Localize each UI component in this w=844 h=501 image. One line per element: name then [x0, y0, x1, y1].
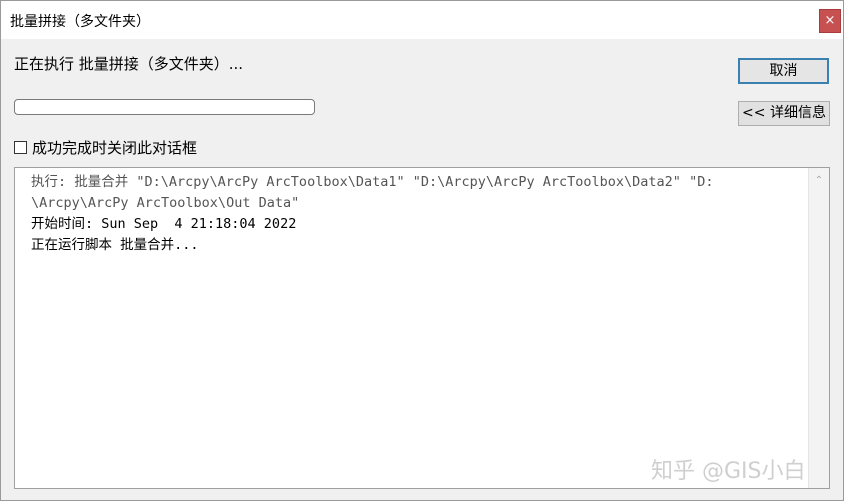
progress-bar [14, 99, 315, 115]
details-button[interactable]: << 详细信息 [738, 101, 830, 126]
close-icon: × [824, 13, 836, 28]
title-bar: 批量拼接（多文件夹） × [1, 1, 843, 39]
window-title: 批量拼接（多文件夹） [10, 14, 150, 30]
log-content: 执行: 批量合并 "D:\Arcpy\ArcPy ArcToolbox\Data… [31, 172, 791, 256]
log-line: \Arcpy\ArcPy ArcToolbox\Out Data" [31, 195, 300, 211]
close-on-complete-option[interactable]: 成功完成时关闭此对话框 [14, 138, 198, 157]
progress-dialog: 批量拼接（多文件夹） × 正在执行 批量拼接（多文件夹）... 取消 << 详细… [0, 0, 844, 501]
log-scrollbar[interactable]: ⌃ [808, 168, 829, 488]
close-button[interactable]: × [819, 9, 841, 33]
status-text: 正在执行 批量拼接（多文件夹）... [14, 55, 244, 73]
close-on-complete-checkbox[interactable] [14, 140, 27, 154]
watermark: 知乎 @GIS小白 [651, 459, 806, 484]
cancel-button[interactable]: 取消 [738, 58, 829, 84]
scroll-up-icon[interactable]: ⌃ [809, 172, 829, 190]
log-line: 执行: 批量合并 "D:\Arcpy\ArcPy ArcToolbox\Data… [31, 174, 714, 190]
message-log[interactable]: 执行: 批量合并 "D:\Arcpy\ArcPy ArcToolbox\Data… [14, 167, 830, 489]
log-line: 开始时间: Sun Sep 4 21:18:04 2022 [31, 216, 297, 232]
log-line: 正在运行脚本 批量合并... [31, 237, 199, 253]
close-on-complete-label: 成功完成时关闭此对话框 [32, 138, 198, 157]
